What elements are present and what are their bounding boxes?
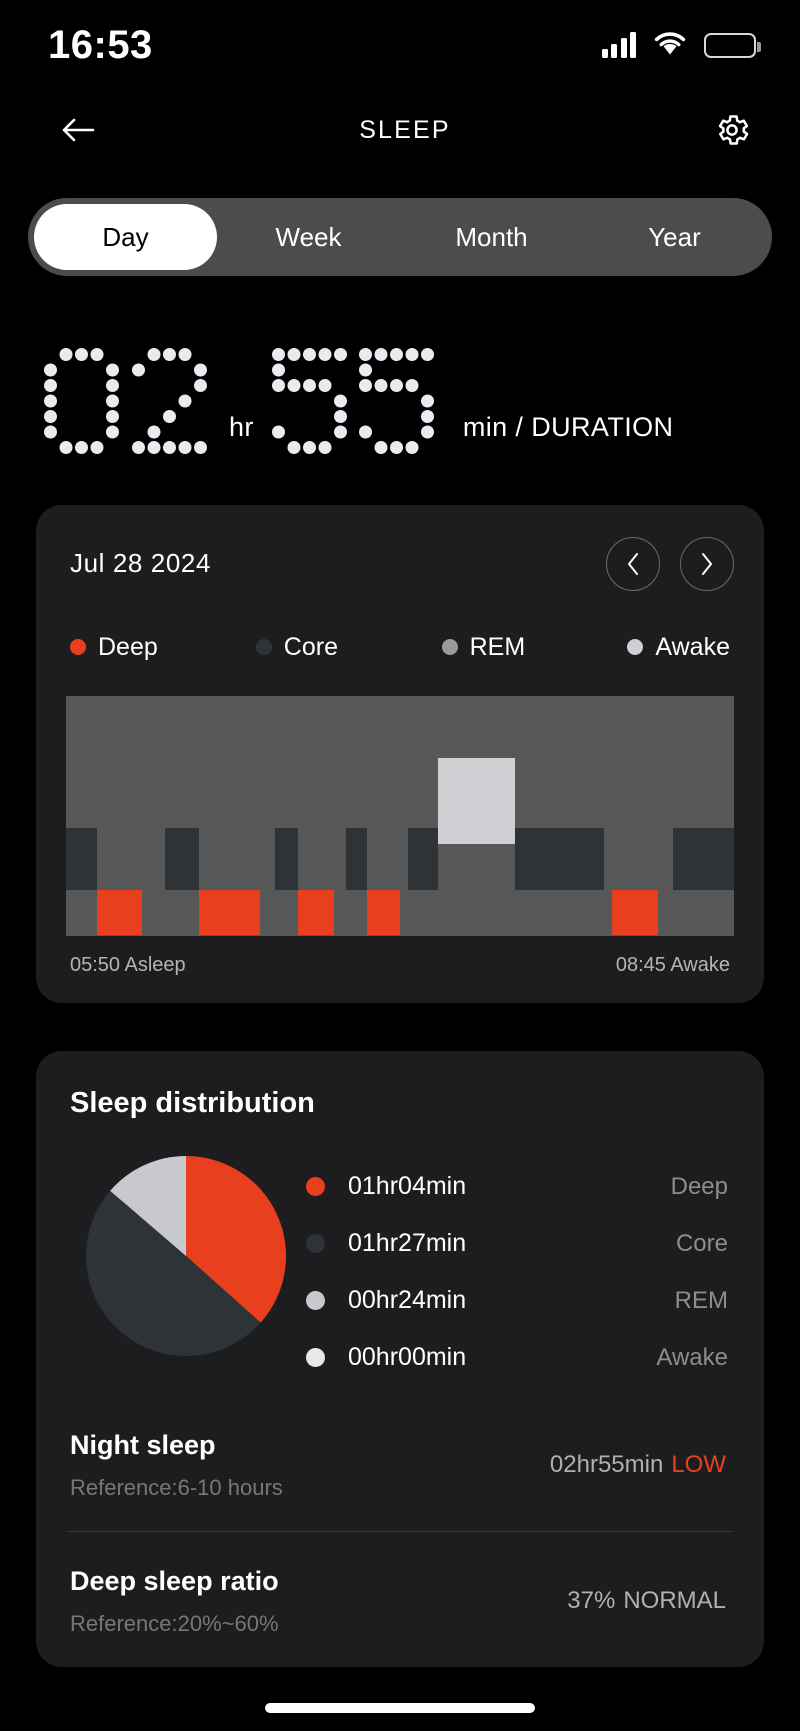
hypnogram-segment <box>298 889 334 936</box>
sleep-distribution-card: Sleep distribution 01hr04min Deep 01hr27mi… <box>36 1050 764 1667</box>
distribution-row: 00hr00min Awake <box>306 1339 734 1377</box>
distribution-value: 01hr04min <box>348 1172 467 1200</box>
cellular-signal-icon <box>601 32 636 58</box>
distribution-dot-rem <box>306 1291 325 1310</box>
distribution-value: 00hr24min <box>348 1286 467 1314</box>
sleep-duration-display: hr min / DURATION <box>0 276 800 457</box>
hypnogram-segment <box>346 827 367 890</box>
legend-item-deep: Deep <box>70 633 256 662</box>
status-badge: LOW <box>671 1451 726 1478</box>
legend-label: Awake <box>655 632 730 661</box>
legend-item-rem: REM <box>441 632 628 662</box>
legend-dot-core <box>255 639 272 655</box>
hypnogram-segment <box>366 889 400 936</box>
distribution-dot-deep <box>306 1177 325 1196</box>
page-title: SLEEP <box>359 115 451 144</box>
metric-value: 02hr55min <box>549 1451 664 1478</box>
distribution-title: Sleep distribution <box>70 1086 315 1119</box>
duration-minutes-unit: min / DURATION <box>462 411 674 442</box>
stages-card-header: Jul 28 2024 <box>66 536 734 591</box>
hypnogram-segment <box>96 889 143 936</box>
distribution-dot-core <box>306 1234 325 1253</box>
sleep-stages-card: Jul 28 2024 Deep Core REM Awake 05:50 Aslee… <box>36 504 764 1003</box>
distribution-value: 01hr27min <box>348 1229 467 1257</box>
distribution-pie-wrap <box>66 1150 306 1356</box>
hypnogram-chart[interactable] <box>66 695 734 936</box>
metric-name: Deep sleep ratio <box>70 1565 279 1596</box>
status-badge: NORMAL <box>623 1587 726 1614</box>
app-header: SLEEP <box>0 90 800 170</box>
status-icons <box>601 30 761 61</box>
hypnogram-segment <box>275 827 298 890</box>
metric-row[interactable]: Night sleep Reference:6-10 hours 02hr55min… <box>66 1396 734 1531</box>
distribution-body: 01hr04min Deep 01hr27min Core 00hr24min REM 00… <box>66 1150 734 1396</box>
home-indicator-bar <box>265 1703 535 1713</box>
duration-hours <box>44 348 219 457</box>
distribution-label: REM <box>674 1286 728 1314</box>
metric-left: Deep sleep ratio Reference:20%~60% <box>70 1566 279 1637</box>
sleep-distribution-pie[interactable] <box>86 1155 286 1356</box>
hypnogram-segment <box>514 827 604 890</box>
distribution-row: 01hr04min Deep <box>306 1168 734 1206</box>
distribution-label: Core <box>675 1229 728 1257</box>
legend-label: Core <box>283 632 338 661</box>
distribution-label: Awake <box>656 1343 728 1371</box>
metric-left: Night sleep Reference:6-10 hours <box>70 1430 283 1501</box>
awake-time-label: 08:45 Awake <box>615 953 730 976</box>
legend-label: Deep <box>98 632 158 661</box>
metric-name: Night sleep <box>70 1429 216 1460</box>
legend-dot-rem <box>441 639 458 655</box>
duration-minutes <box>271 348 447 457</box>
distribution-dot-awake <box>306 1348 325 1367</box>
metric-right: 02hr55min LOW <box>550 1451 730 1479</box>
metric-reference: Reference:20%~60% <box>70 1610 279 1636</box>
legend-dot-deep <box>70 639 86 655</box>
status-time: 16:53 <box>48 22 153 67</box>
back-arrow-icon[interactable] <box>52 104 104 156</box>
wifi-icon <box>653 30 687 61</box>
legend-dot-awake <box>627 639 644 655</box>
hypnogram-time-labels: 05:50 Asleep 08:45 Awake <box>66 954 734 977</box>
metric-right: 37% NORMAL <box>567 1587 730 1615</box>
hypnogram-segment <box>672 827 734 890</box>
hypnogram-segment <box>198 889 260 936</box>
battery-low-icon <box>704 32 761 58</box>
tab-day[interactable]: Day <box>34 204 217 270</box>
legend-item-awake: Awake <box>627 633 730 662</box>
tab-month[interactable]: Month <box>400 204 583 270</box>
hypnogram-segment <box>438 757 515 845</box>
distribution-value: 00hr00min <box>348 1343 467 1371</box>
selected-date: Jul 28 2024 <box>70 548 212 578</box>
tab-year[interactable]: Year <box>583 204 766 270</box>
chevron-right-icon[interactable] <box>680 536 734 591</box>
duration-hours-unit: hr <box>229 411 254 442</box>
distribution-row: 00hr24min REM <box>306 1282 734 1320</box>
legend-label: REM <box>469 632 526 661</box>
distribution-legend-list: 01hr04min Deep 01hr27min Core 00hr24min REM 00… <box>306 1150 734 1396</box>
distribution-label: Deep <box>670 1172 728 1200</box>
gear-icon[interactable] <box>706 104 758 156</box>
status-bar: 16:53 <box>0 0 800 90</box>
tab-week[interactable]: Week <box>217 204 400 270</box>
metric-reference: Reference:6-10 hours <box>70 1474 283 1500</box>
hypnogram-segment <box>611 889 658 936</box>
distribution-row: 01hr27min Core <box>306 1225 734 1263</box>
legend-item-core: Core <box>255 632 442 662</box>
hypnogram-segment <box>165 827 199 890</box>
chevron-left-icon[interactable] <box>606 536 660 591</box>
asleep-time-label: 05:50 Asleep <box>70 953 186 976</box>
sleep-metrics: Night sleep Reference:6-10 hours 02hr55min… <box>66 1396 734 1667</box>
hypnogram-segment <box>66 827 97 890</box>
hypnogram-segment <box>407 827 439 890</box>
period-tabs: Day Week Month Year <box>0 170 800 276</box>
date-nav <box>606 536 734 591</box>
metric-row[interactable]: Deep sleep ratio Reference:20%~60% 37% NORM… <box>66 1530 734 1667</box>
metric-value: 37% <box>567 1587 616 1614</box>
stage-legend: Deep Core REM Awake <box>66 633 734 662</box>
